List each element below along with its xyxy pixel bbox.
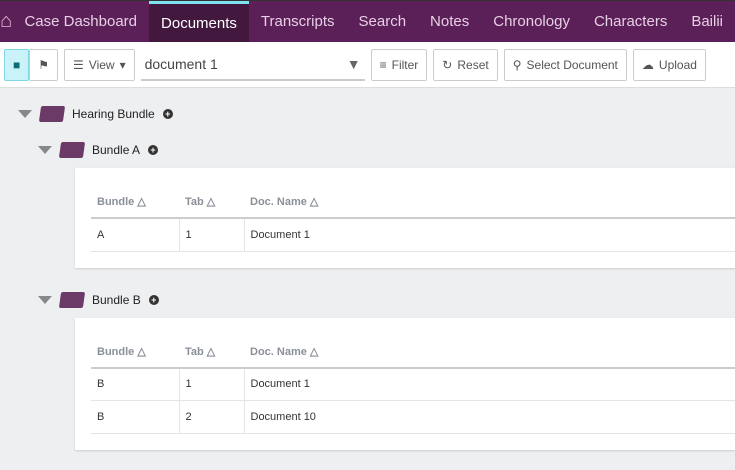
nav-documents[interactable]: Documents	[149, 1, 249, 42]
filter-button[interactable]: ≡ Filter	[370, 48, 428, 81]
nav-transcripts[interactable]: Transcripts	[249, 1, 347, 42]
tags-icon: ⚑	[38, 57, 50, 72]
col-doc-name[interactable]: Doc. Name △	[244, 186, 735, 219]
folder-open-icon	[38, 106, 66, 122]
nav-case-dashboard[interactable]: Case Dashboard	[12, 1, 149, 42]
bundle-a-table-card: Bundle △ Tab △ Doc. Name △ A 1 Document 1	[75, 168, 735, 268]
bundle-b-table-card: Bundle △ Tab △ Doc. Name △ B 1 Document 1 B2…	[75, 317, 735, 450]
toolbar: ■ ⚑ ☰ View ▾ document 1 ▼ ≡ Filter ↻ Reset ⚲ S…	[0, 42, 735, 88]
top-nav: ⌂ Case Dashboard Documents Transcripts S…	[0, 0, 735, 42]
tree-node-root[interactable]: Hearing Bundle +	[18, 96, 735, 132]
nav-notes[interactable]: Notes	[418, 1, 481, 42]
col-bundle[interactable]: Bundle △	[91, 186, 179, 219]
tree-node-bundle-a[interactable]: Bundle A +	[38, 132, 735, 168]
bundle-tree: Hearing Bundle + Bundle A + Bundle △ Tab …	[0, 88, 735, 450]
search-value: document 1	[144, 55, 218, 72]
expand-triangle-icon[interactable]	[38, 295, 52, 304]
folder-view-button[interactable]: ■	[4, 48, 30, 81]
list-icon: ☰	[73, 57, 84, 72]
upload-button[interactable]: ☁ Upload	[632, 48, 706, 81]
home-icon[interactable]: ⌂	[0, 1, 12, 42]
col-tab[interactable]: Tab △	[179, 186, 244, 219]
upload-label: Upload	[658, 57, 697, 72]
node-label: Bundle B	[92, 292, 141, 307]
add-icon[interactable]: +	[148, 145, 159, 155]
folder-open-icon	[58, 142, 86, 158]
filter-label: Filter	[391, 57, 419, 72]
select-document-button[interactable]: ⚲ Select Document	[503, 48, 627, 81]
nav-chronology[interactable]: Chronology	[481, 1, 582, 42]
funnel-icon: ▼	[346, 55, 361, 72]
select-document-label: Select Document	[526, 57, 618, 72]
view-dropdown[interactable]: ☰ View ▾	[64, 48, 135, 81]
table-row[interactable]: B 1 Document 1	[91, 367, 735, 401]
expand-triangle-icon[interactable]	[38, 146, 52, 154]
documents-table: Bundle △ Tab △ Doc. Name △ B 1 Document 1 B2…	[91, 335, 735, 434]
reset-label: Reset	[457, 57, 489, 72]
nav-search[interactable]: Search	[347, 1, 419, 42]
col-tab[interactable]: Tab △	[179, 335, 244, 369]
nav-characters[interactable]: Characters	[582, 1, 679, 42]
node-label: Bundle A	[92, 143, 141, 157]
expand-triangle-icon[interactable]	[18, 110, 32, 118]
refresh-icon: ↻	[442, 57, 453, 72]
col-bundle[interactable]: Bundle △	[91, 335, 179, 369]
add-icon[interactable]: +	[148, 294, 159, 305]
folder-open-icon	[58, 291, 86, 308]
cloud-upload-icon: ☁	[641, 57, 654, 72]
view-label: View	[88, 57, 115, 72]
search-input[interactable]: document 1 ▼	[140, 49, 365, 81]
nav-bailii[interactable]: Bailii	[679, 1, 735, 42]
reset-button[interactable]: ↻ Reset	[433, 48, 498, 81]
add-icon[interactable]: +	[162, 109, 173, 119]
caret-down-icon: ▾	[119, 57, 126, 72]
table-row[interactable]: A 1 Document 1	[91, 218, 735, 252]
documents-table: Bundle △ Tab △ Doc. Name △ A 1 Document 1	[91, 186, 735, 252]
search-icon: ⚲	[512, 57, 522, 72]
node-label: Hearing Bundle	[72, 107, 155, 121]
tag-view-button[interactable]: ⚑	[29, 48, 59, 81]
table-row[interactable]: B 2 Document 10	[91, 400, 735, 434]
list-icon: ≡	[379, 57, 387, 72]
tree-node-bundle-b[interactable]: Bundle B +	[38, 282, 735, 318]
col-doc-name[interactable]: Doc. Name △	[244, 335, 735, 369]
folder-icon: ■	[13, 57, 21, 72]
